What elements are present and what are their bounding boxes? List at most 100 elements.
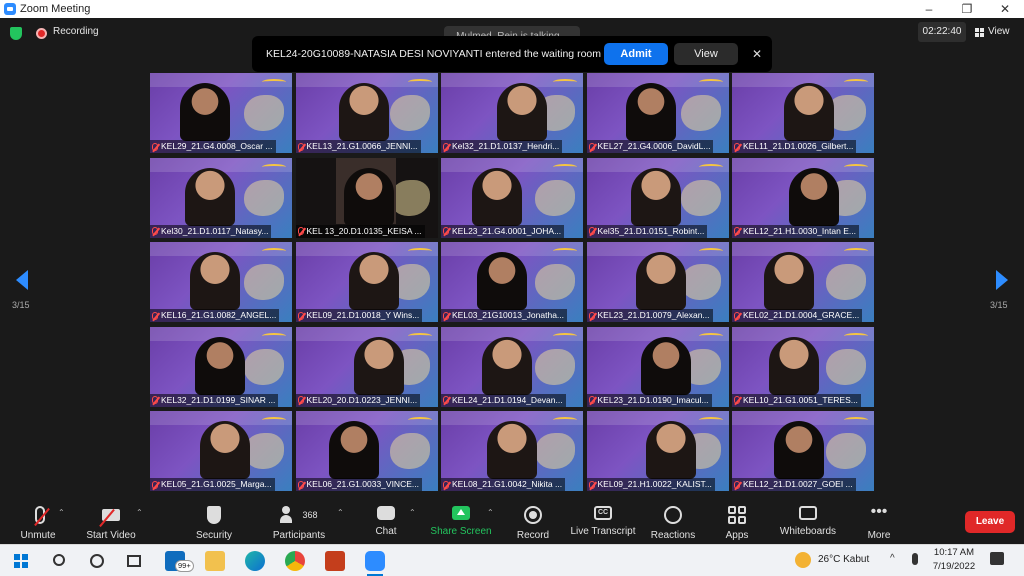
participant-name: KEL 13_20.D1.0135_KEISA ... bbox=[306, 225, 422, 236]
grid-view-icon bbox=[975, 27, 984, 37]
mic-muted-icon bbox=[152, 396, 158, 404]
participant-name: KEL23_21.D1.0079_Alexan... bbox=[597, 310, 710, 320]
maximize-button[interactable]: ❐ bbox=[948, 0, 986, 18]
participant-tile[interactable]: KEL23_21.D1.0190_Imacul... bbox=[586, 326, 729, 407]
participant-tile[interactable]: KEL24_21.D1.0194_Devan... bbox=[441, 326, 583, 407]
whiteboards-button[interactable]: Whiteboards bbox=[778, 500, 838, 544]
audio-options-chevron-icon[interactable]: ⌃ bbox=[58, 508, 65, 517]
participant-tile[interactable]: KEL23_21.D1.0079_Alexan... bbox=[586, 242, 729, 322]
participant-video bbox=[472, 167, 522, 226]
clock-time[interactable]: 10:17 AM bbox=[932, 547, 976, 558]
weather-label[interactable]: 26°C Kabut bbox=[818, 554, 869, 565]
mic-muted-icon bbox=[297, 311, 304, 320]
video-options-chevron-icon[interactable]: ⌃ bbox=[136, 508, 143, 517]
edge-browser-icon[interactable] bbox=[245, 551, 265, 571]
background-wave-decoration bbox=[262, 332, 286, 339]
search-icon[interactable] bbox=[53, 554, 65, 566]
participant-name-label: KEL05_21.G1.0025_Marga... bbox=[150, 478, 275, 491]
mic-muted-icon bbox=[297, 480, 304, 489]
record-button[interactable]: Record bbox=[516, 500, 550, 544]
close-window-button[interactable]: ✕ bbox=[986, 0, 1024, 18]
recording-icon bbox=[36, 28, 47, 39]
notification-center-icon[interactable] bbox=[990, 552, 1004, 565]
participant-tile[interactable]: KEL16_21.G1.0082_ANGEL... bbox=[150, 242, 292, 322]
page-indicator-right: 3/15 bbox=[990, 300, 1008, 310]
mic-muted-icon bbox=[734, 227, 740, 235]
leave-meeting-button[interactable]: Leave bbox=[965, 511, 1015, 533]
windows-start-icon[interactable] bbox=[14, 554, 28, 568]
powerpoint-app-icon[interactable] bbox=[325, 551, 345, 571]
next-page-icon[interactable] bbox=[996, 270, 1008, 290]
participant-name: KEL06_21.G1.0033_VINCE... bbox=[306, 479, 419, 489]
previous-page-icon[interactable] bbox=[16, 270, 28, 290]
participant-tile[interactable]: KEL06_21.G1.0033_VINCE... bbox=[295, 411, 438, 491]
participant-name: Kel35_21.D1.0151_Robint... bbox=[597, 225, 705, 236]
background-wave-decoration bbox=[698, 417, 723, 423]
view-waiting-room-button[interactable]: View bbox=[674, 43, 738, 65]
mic-muted-icon bbox=[297, 227, 304, 235]
minimize-button[interactable]: – bbox=[910, 0, 948, 18]
participant-tile[interactable]: Kel32_21.D1.0137_Hendri... bbox=[441, 73, 583, 153]
participant-tile[interactable]: KEL03_21G10013_Jonatha... bbox=[441, 242, 583, 322]
chat-options-chevron-icon[interactable]: ⌃ bbox=[409, 508, 416, 517]
file-explorer-icon[interactable] bbox=[205, 551, 225, 571]
participant-tile[interactable]: KEL08_21.G1.0042_Nikita ... bbox=[441, 411, 583, 491]
participant-tile[interactable]: KEL29_21.G4.0008_Oscar ... bbox=[150, 73, 292, 153]
start-video-button[interactable]: Start Video bbox=[86, 500, 136, 544]
admit-button[interactable]: Admit bbox=[604, 43, 668, 65]
more-dots-icon: ••• bbox=[870, 503, 888, 520]
participant-tile[interactable]: Kel35_21.D1.0151_Robint... bbox=[586, 157, 729, 238]
cortana-icon[interactable] bbox=[90, 554, 104, 568]
clock-date[interactable]: 7/19/2022 bbox=[930, 561, 978, 572]
participant-tile[interactable]: KEL27_21.G4.0006_DavidL... bbox=[586, 73, 729, 153]
encryption-shield-icon[interactable] bbox=[10, 27, 22, 40]
background-wave-decoration bbox=[407, 79, 432, 85]
participant-tile[interactable]: KEL 13_20.D1.0135_KEISA ... bbox=[295, 157, 438, 238]
participant-tile[interactable]: KEL12_21.D1.0027_GOEI ... bbox=[732, 411, 874, 491]
security-button[interactable]: Security bbox=[196, 500, 232, 544]
zoom-taskbar-icon[interactable] bbox=[365, 551, 385, 571]
live-transcript-button[interactable]: CC Live Transcript bbox=[570, 500, 636, 544]
participant-tile[interactable]: KEL09_21.H1.0022_KALIST... bbox=[586, 411, 729, 491]
participant-tile[interactable]: KEL02_21.D1.0004_GRACE... bbox=[732, 242, 874, 322]
record-icon bbox=[524, 506, 542, 524]
participant-tile[interactable]: KEL09_21.D1.0018_Y Wins... bbox=[295, 242, 438, 322]
view-layout-button[interactable]: View bbox=[975, 22, 1010, 42]
chrome-browser-icon[interactable] bbox=[285, 551, 305, 571]
apps-button[interactable]: Apps bbox=[724, 500, 750, 544]
participant-name-label: KEL27_21.G4.0006_DavidL... bbox=[586, 140, 714, 153]
participant-tile[interactable]: KEL10_21.G1.0051_TERES... bbox=[732, 326, 874, 407]
participant-name: KEL08_21.G1.0042_Nikita ... bbox=[452, 479, 563, 489]
unmute-button[interactable]: Unmute bbox=[18, 500, 58, 544]
participant-name: KEL27_21.G4.0006_DavidL... bbox=[597, 141, 711, 151]
close-notification-icon[interactable]: ✕ bbox=[752, 47, 762, 61]
reactions-button[interactable]: Reactions bbox=[650, 500, 696, 544]
background-wave-decoration bbox=[844, 163, 868, 170]
task-view-icon[interactable] bbox=[127, 555, 141, 567]
participant-tile[interactable]: KEL32_21.D1.0199_SINAR ... bbox=[150, 326, 292, 407]
participant-tile[interactable]: Kel30_21.D1.0117_Natasy... bbox=[150, 157, 292, 238]
participant-tile[interactable]: KEL12_21.H1.0030_Intan E... bbox=[732, 157, 874, 238]
participant-name: KEL09_21.H1.0022_KALIST... bbox=[597, 479, 712, 489]
participants-options-chevron-icon[interactable]: ⌃ bbox=[337, 508, 344, 517]
participant-name-label: Kel30_21.D1.0117_Natasy... bbox=[150, 224, 272, 238]
participant-tile[interactable]: KEL13_21.G1.0066_JENNI... bbox=[295, 73, 438, 153]
participant-name-label: Kel35_21.D1.0151_Robint... bbox=[586, 224, 708, 238]
mic-muted-icon bbox=[297, 142, 304, 151]
participants-button[interactable]: 368 Participants bbox=[270, 500, 328, 544]
participant-tile[interactable]: KEL05_21.G1.0025_Marga... bbox=[150, 411, 292, 491]
tray-microphone-icon[interactable] bbox=[912, 553, 918, 565]
weather-icon[interactable] bbox=[795, 552, 811, 568]
background-wave-decoration bbox=[844, 79, 868, 85]
participant-tile[interactable]: KEL20_20.D1.0223_JENNI... bbox=[295, 326, 438, 407]
participant-tile[interactable]: KEL11_21.D1.0026_Gilbert... bbox=[732, 73, 874, 153]
participant-name-label: KEL06_21.G1.0033_VINCE... bbox=[295, 478, 422, 491]
participant-tile[interactable]: KEL23_21.G4.0001_JOHA... bbox=[441, 157, 583, 238]
participant-name: KEL12_21.H1.0030_Intan E... bbox=[743, 225, 856, 236]
participant-video bbox=[328, 421, 379, 479]
share-screen-button[interactable]: Share Screen bbox=[430, 500, 492, 544]
system-tray-chevron-icon[interactable]: ^ bbox=[890, 553, 895, 564]
share-options-chevron-icon[interactable]: ⌃ bbox=[487, 508, 494, 517]
more-button[interactable]: ••• More bbox=[864, 500, 894, 544]
chat-button[interactable]: Chat bbox=[375, 500, 397, 544]
